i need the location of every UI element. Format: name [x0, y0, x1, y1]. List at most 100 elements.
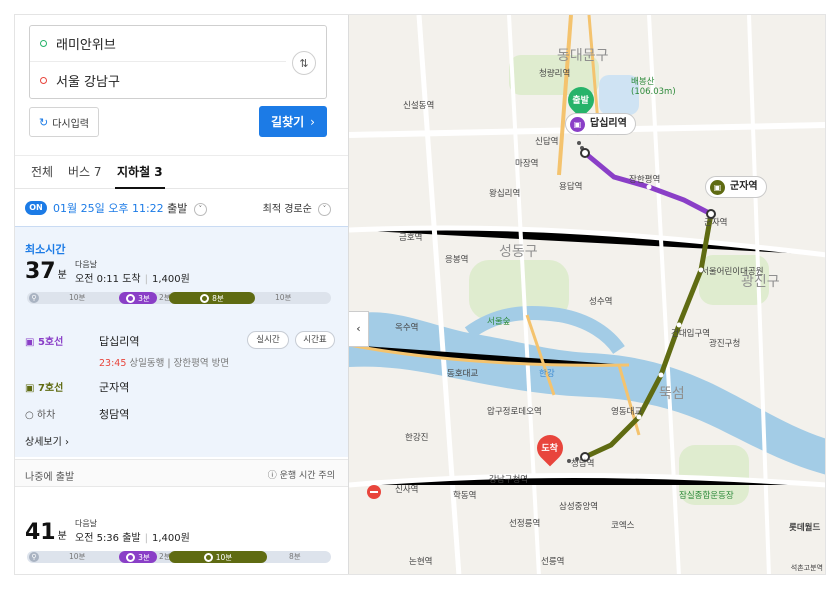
- route2-next-day: 다음날: [75, 519, 98, 528]
- step-station-cheongdam: 청담역: [99, 408, 130, 421]
- start-field-value: 래미안위브: [56, 38, 116, 53]
- exit-label: ○ 하차: [25, 410, 56, 421]
- end-field[interactable]: 서울 강남구: [30, 62, 286, 98]
- next-train-time: 23:45: [99, 358, 127, 369]
- map-label-seonjeongneung: 선정릉역: [509, 519, 541, 529]
- timetable-button[interactable]: 시간표: [295, 331, 335, 349]
- line5-time: 3분: [138, 293, 150, 303]
- line7-time: 8분: [212, 293, 224, 303]
- chevron-right-icon: ›: [310, 114, 315, 129]
- route-card-later[interactable]: 41 분 다음날 오전 5:36 출발 | 1,400원 ⚲ 10분 3분 2분 10…: [15, 487, 348, 574]
- map-view[interactable]: 동대문구 성동구 광진구 뚝섬 한강 서울숲 배봉산 (106.03m) 장한평역…: [349, 15, 825, 574]
- start-dot-icon: [40, 40, 47, 47]
- step-station-gunja: 군자역: [99, 381, 130, 394]
- route-duration-unit: 분: [57, 270, 67, 281]
- map-label-hakdong: 학동역: [453, 491, 477, 501]
- map-label-lotte: 롯데월드: [789, 523, 821, 533]
- walk-time-1: 10분: [69, 293, 86, 302]
- map-label-cheongdam: 청담역: [571, 459, 595, 469]
- route2-depart-info: 오전 5:36 출발 | 1,400원: [75, 533, 190, 544]
- map-label-apgujeong: 압구정로데오역: [487, 407, 542, 417]
- start-station-marker[interactable]: ▣ 답십리역: [565, 113, 636, 135]
- map-label-sinseoldong: 신설동역: [403, 101, 435, 111]
- route2-duration: 41 분: [25, 520, 67, 545]
- step-line7: ▣ 7호선: [25, 379, 63, 394]
- swap-arrows-icon: ⇅: [299, 56, 309, 70]
- start-field[interactable]: 래미안위브: [30, 26, 286, 62]
- details-link[interactable]: 상세보기 ›: [25, 433, 69, 448]
- map-label-eungbong: 응봉역: [445, 255, 469, 265]
- walk-icon: ⚲: [29, 552, 39, 562]
- route2-duration-value: 41: [25, 520, 56, 545]
- map-label-coex: 코엑스: [611, 521, 635, 531]
- walk-icon: ⚲: [29, 293, 39, 303]
- fastest-tag: 최소시간: [25, 243, 66, 256]
- route-duration-value: 37: [25, 259, 56, 284]
- walk-time-2: 10분: [275, 293, 292, 302]
- depart-time-selector[interactable]: 01월 25일 오후 11:22 출발 ˅: [53, 200, 207, 216]
- end-dot-icon: [40, 76, 47, 84]
- step-exit: ○ 하차: [25, 406, 55, 421]
- map-label-majang: 마장역: [515, 159, 539, 169]
- on-badge: ON: [25, 201, 47, 215]
- find-route-button[interactable]: 길찾기 ›: [259, 106, 327, 137]
- tab-subway[interactable]: 지하철 3: [115, 156, 165, 189]
- chevron-down-icon: ˅: [193, 202, 207, 216]
- route-search-box: 래미안위브 서울 강남구 ⇅: [29, 25, 327, 99]
- line5-label: ▣ 5호선: [25, 337, 64, 348]
- map-label-sindap: 신답역: [535, 137, 559, 147]
- next-day-label: 다음날: [75, 260, 98, 269]
- map-label-konkuk: 건대입구역: [671, 329, 711, 339]
- map-label-baebongsan: 배봉산 (106.03m): [631, 77, 676, 97]
- reset-button[interactable]: ↻ 다시입력: [29, 107, 99, 137]
- app-frame: 래미안위브 서울 강남구 ⇅ ↻ 다시입력 길찾기 › 전체 버스 7 지하철 …: [14, 14, 826, 575]
- map-label-yongdap: 용답역: [559, 182, 583, 192]
- operation-note[interactable]: ⓘ 운행 시간 주의: [268, 468, 335, 481]
- map-label-geumho: 금호역: [399, 233, 423, 243]
- depart-time-bar: ON 01월 25일 오후 11:22 출발 ˅ 최적 경로순 ˅: [15, 190, 348, 226]
- find-route-label: 길찾기: [271, 115, 305, 129]
- tab-all[interactable]: 전체: [31, 156, 53, 189]
- line5-segment: 3분: [119, 292, 157, 304]
- map-label-seongdong: 성동구: [499, 244, 538, 260]
- map-label-gunja-small: 군자역: [704, 218, 728, 228]
- map-label-sinsa: 신사역: [395, 485, 419, 495]
- sort-selector[interactable]: 최적 경로순 ˅: [263, 200, 331, 216]
- tab-bus[interactable]: 버스 7: [68, 156, 102, 189]
- route2-timeline-bar: ⚲ 10분 3분 2분 10분 8분: [27, 551, 331, 563]
- depart-date: 01월 25일: [53, 202, 105, 215]
- train-direction: 상일동행 | 장한평역 방면: [129, 358, 230, 369]
- route-panel: 래미안위브 서울 강남구 ⇅ ↻ 다시입력 길찾기 › 전체 버스 7 지하철 …: [15, 15, 349, 574]
- map-label-samseongjungang: 삼성중앙역: [559, 502, 599, 512]
- map-label-gwangjin-office: 광진구청: [709, 339, 741, 349]
- map-label-gangnamgu-office: 강남구청역: [489, 475, 529, 485]
- map-label-wangsimni: 왕십리역: [489, 189, 521, 199]
- later-label: 나중에 출발: [25, 472, 75, 483]
- route-card-fastest[interactable]: 최소시간 37 분 다음날 오전 0:11 도착 | 1,400원 ⚲ 10분 3분 …: [15, 226, 348, 457]
- realtime-button[interactable]: 실시간: [247, 331, 289, 349]
- transport-tabs: 전체 버스 7 지하철 3: [15, 155, 348, 189]
- map-label-seongsu: 성수역: [589, 297, 613, 307]
- arrival-info: 오전 0:11 도착 | 1,400원: [75, 274, 190, 285]
- line7-segment: 8분: [169, 292, 255, 304]
- step-sub-info: 23:45 상일동행 | 장한평역 방면: [99, 355, 229, 369]
- collapse-panel-button[interactable]: ‹: [349, 311, 369, 347]
- map-label-janghanpyeong: 장한평역: [629, 175, 661, 185]
- depart-time: 오후 11:22: [108, 202, 164, 215]
- map-label-seoulsup: 서울숲: [487, 317, 511, 327]
- chevron-left-icon: ‹: [356, 322, 361, 335]
- map-label-nonhyeon: 논현역: [409, 557, 433, 567]
- subway-icon: ▣: [570, 117, 585, 132]
- route2-line5-segment: 3분: [119, 551, 157, 563]
- no-entry-icon: [367, 485, 381, 499]
- route2-walk-time-2: 8분: [289, 552, 301, 561]
- swap-button[interactable]: ⇅: [292, 51, 316, 75]
- depart-suffix: 출발: [167, 202, 188, 215]
- line7-label: ▣ 7호선: [25, 383, 64, 394]
- map-label-hangangjin: 한강진: [405, 433, 429, 443]
- map-label-jamsil-sports: 잠실종합운동장: [679, 491, 734, 501]
- route2-fare: 1,400원: [152, 533, 190, 544]
- route2-duration-unit: 분: [57, 531, 67, 542]
- transfer-station-marker[interactable]: ▣ 군자역: [705, 176, 767, 198]
- route-fare: 1,400원: [152, 274, 190, 285]
